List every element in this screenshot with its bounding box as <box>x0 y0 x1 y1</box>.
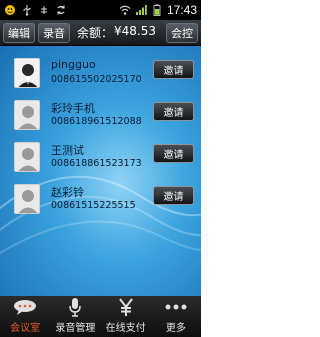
invite-button[interactable]: 邀请 <box>153 102 194 121</box>
top-bar: 编辑 录音 余额： ¥48.53 会控 <box>0 20 201 46</box>
default-person-icon <box>15 143 39 171</box>
app-notification-icon <box>5 5 15 15</box>
tab-label: 在线支付 <box>105 323 146 334</box>
edit-button[interactable]: 编辑 <box>3 22 35 43</box>
contact-row: 彩玲手机 008618961512088 邀请 <box>0 96 201 136</box>
conference-control-button[interactable]: 会控 <box>166 22 198 43</box>
tab-conference-room[interactable]: 会议室 <box>0 296 50 337</box>
avatar <box>14 58 40 88</box>
contact-name: pingguo <box>51 58 96 71</box>
clock-time: 17:43 <box>166 3 197 17</box>
participant-list: pingguo 008615502025170 邀请 彩玲手机 00861896… <box>0 46 201 296</box>
chat-bubble-icon <box>14 300 37 315</box>
usb-icon <box>23 5 31 16</box>
tab-recording-management[interactable]: 录音管理 <box>50 296 100 337</box>
contact-name: 彩玲手机 <box>51 102 95 115</box>
invite-button[interactable]: 邀请 <box>153 144 194 163</box>
avatar <box>14 184 40 214</box>
tab-label: 录音管理 <box>55 323 96 334</box>
contact-row: 王测试 008618861523173 邀请 <box>0 138 201 178</box>
tab-label: 更多 <box>165 323 186 334</box>
contact-number: 008618961512088 <box>51 116 142 127</box>
balance-label: 余额： <box>77 26 114 40</box>
contact-row: pingguo 008615502025170 邀请 <box>0 54 201 94</box>
tab-label: 会议室 <box>10 323 41 334</box>
balance-display: 余额： ¥48.53 <box>77 24 156 41</box>
contact-number: 00861515225515 <box>51 200 136 211</box>
yen-icon <box>118 298 133 316</box>
person-photo-icon <box>15 59 39 87</box>
phone-screen: 17:43 编辑 录音 余额： ¥48.53 会控 pingguo 008615… <box>0 0 201 337</box>
wifi-icon <box>119 5 131 15</box>
contact-name: 王测试 <box>51 144 84 157</box>
avatar <box>14 100 40 130</box>
tab-more[interactable]: 更多 <box>151 296 201 337</box>
contact-number: 008618861523173 <box>51 158 142 169</box>
sync-icon <box>57 5 65 15</box>
default-person-icon <box>15 101 39 129</box>
invite-button[interactable]: 邀请 <box>153 186 194 205</box>
avatar <box>14 142 40 172</box>
battery-icon <box>153 4 161 16</box>
invite-button[interactable]: 邀请 <box>153 60 194 79</box>
bottom-tab-bar: 会议室 录音管理 在线支付 更多 <box>0 296 201 337</box>
status-bar: 17:43 <box>0 0 201 20</box>
microphone-icon <box>69 298 82 317</box>
tab-online-payment[interactable]: 在线支付 <box>101 296 151 337</box>
record-button[interactable]: 录音 <box>38 22 70 43</box>
balance-value: ¥48.53 <box>114 24 157 38</box>
signal-icon <box>135 5 147 15</box>
contact-number: 008615502025170 <box>51 74 142 85</box>
default-person-icon <box>15 185 39 213</box>
more-icon <box>165 304 187 310</box>
contact-name: 赵彩铃 <box>51 186 84 199</box>
debug-icon <box>41 6 47 14</box>
contact-row: 赵彩铃 00861515225515 邀请 <box>0 180 201 220</box>
